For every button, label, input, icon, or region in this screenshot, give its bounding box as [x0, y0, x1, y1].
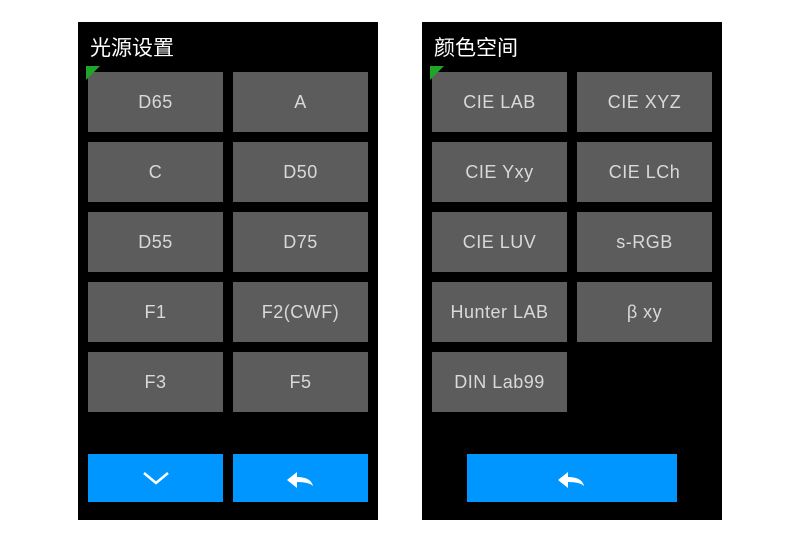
page-down-button[interactable]: [88, 454, 223, 502]
panel-title: 光源设置: [78, 22, 378, 68]
footer-bar: [78, 440, 378, 520]
color-option[interactable]: CIE LAB: [432, 72, 567, 132]
light-options-grid: D65 A C D50 D55 D75 F1 F2(CWF) F3 F5: [78, 68, 378, 412]
footer-bar: [422, 440, 722, 520]
color-space-panel: 颜色空间 CIE LAB CIE XYZ CIE Yxy CIE LCh CIE…: [422, 22, 722, 520]
light-option[interactable]: F3: [88, 352, 223, 412]
light-option[interactable]: D50: [233, 142, 368, 202]
light-option[interactable]: F1: [88, 282, 223, 342]
selection-indicator: [430, 66, 444, 80]
back-arrow-icon: [281, 466, 321, 490]
selection-indicator: [86, 66, 100, 80]
color-options-grid: CIE LAB CIE XYZ CIE Yxy CIE LCh CIE LUV …: [422, 68, 722, 412]
light-option[interactable]: F2(CWF): [233, 282, 368, 342]
color-option[interactable]: CIE LCh: [577, 142, 712, 202]
back-button[interactable]: [467, 454, 677, 502]
back-button[interactable]: [233, 454, 368, 502]
color-option[interactable]: s-RGB: [577, 212, 712, 272]
color-option[interactable]: CIE XYZ: [577, 72, 712, 132]
light-source-panel: 光源设置 D65 A C D50 D55 D75 F1 F2(CWF) F3 F…: [78, 22, 378, 520]
light-option[interactable]: F5: [233, 352, 368, 412]
back-arrow-icon: [552, 466, 592, 490]
light-option[interactable]: D75: [233, 212, 368, 272]
color-option[interactable]: CIE LUV: [432, 212, 567, 272]
color-option[interactable]: CIE Yxy: [432, 142, 567, 202]
color-option[interactable]: β xy: [577, 282, 712, 342]
light-option[interactable]: A: [233, 72, 368, 132]
light-option[interactable]: C: [88, 142, 223, 202]
chevron-down-icon: [139, 468, 173, 488]
light-option[interactable]: D55: [88, 212, 223, 272]
light-option[interactable]: D65: [88, 72, 223, 132]
panel-title: 颜色空间: [422, 22, 722, 68]
color-option[interactable]: Hunter LAB: [432, 282, 567, 342]
color-option[interactable]: DIN Lab99: [432, 352, 567, 412]
